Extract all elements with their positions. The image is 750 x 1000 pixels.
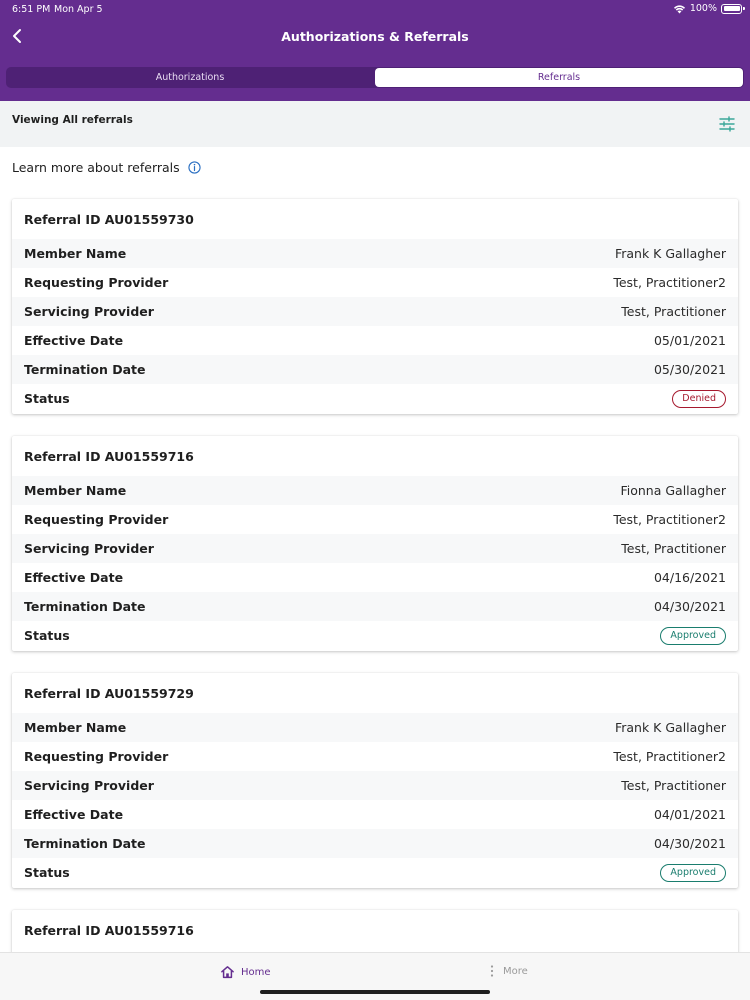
row-label: Effective Date	[24, 333, 124, 348]
home-indicator	[260, 990, 490, 994]
row-status: Status Denied	[12, 384, 738, 413]
wifi-icon	[673, 4, 685, 13]
filter-bar: Viewing All referrals	[0, 101, 750, 147]
row-label: Requesting Provider	[24, 275, 169, 290]
referral-card[interactable]: Referral ID AU01559716 Member Name Fionn…	[12, 436, 738, 651]
screen: 6:51 PM Mon Apr 5 100% Authorizations & …	[0, 0, 750, 1000]
row-requesting-provider: Requesting Provider Test, Practitioner2	[12, 742, 738, 771]
row-member-name: Member Name Fionna Gallagher	[12, 476, 738, 505]
row-value: 04/16/2021	[653, 570, 726, 585]
row-value: Test, Practitioner	[621, 541, 726, 556]
learn-more-label: Learn more about referrals	[12, 160, 180, 175]
row-value: Test, Practitioner	[621, 778, 726, 793]
status-bar: 6:51 PM Mon Apr 5 100%	[0, 0, 750, 20]
row-termination-date: Termination Date 04/30/2021	[12, 829, 738, 858]
tab-bar: Authorizations Referrals	[6, 67, 744, 88]
row-value: Frank K Gallagher	[614, 246, 726, 261]
nav-more-label: More	[503, 965, 528, 977]
referral-card[interactable]: Referral ID AU01559729 Member Name Frank…	[12, 673, 738, 888]
row-label: Requesting Provider	[24, 512, 169, 527]
tab-authorizations[interactable]: Authorizations	[6, 67, 374, 88]
battery-percent: 100%	[689, 3, 717, 14]
row-label: Member Name	[24, 483, 127, 498]
status-badge: Denied	[672, 389, 726, 408]
row-status: Status Approved	[12, 621, 738, 650]
info-icon	[188, 161, 201, 174]
page-title: Authorizations & Referrals	[281, 29, 469, 44]
row-value: 04/01/2021	[653, 807, 726, 822]
row-requesting-provider: Requesting Provider Test, Practitioner2	[12, 505, 738, 534]
row-value: 04/30/2021	[653, 836, 726, 851]
battery-icon	[721, 3, 745, 14]
row-value: Test, Practitioner2	[613, 749, 726, 764]
app-header: 6:51 PM Mon Apr 5 100% Authorizations & …	[0, 0, 750, 101]
row-label: Member Name	[24, 720, 127, 735]
row-label: Servicing Provider	[24, 541, 154, 556]
filter-label: Viewing All referrals	[12, 114, 133, 126]
more-vertical-icon	[490, 965, 494, 977]
status-time: 6:51 PM	[12, 4, 51, 15]
row-value: 04/30/2021	[653, 599, 726, 614]
referral-id: Referral ID AU01559729	[24, 686, 194, 701]
row-label: Termination Date	[24, 599, 146, 614]
status-date: Mon Apr 5	[54, 4, 103, 15]
row-effective-date: Effective Date 04/16/2021	[12, 563, 738, 592]
home-icon	[221, 966, 234, 979]
row-value: 05/01/2021	[653, 333, 726, 348]
row-label: Termination Date	[24, 362, 146, 377]
row-member-name: Member Name Frank K Gallagher	[12, 713, 738, 742]
row-label: Member Name	[24, 246, 127, 261]
row-termination-date: Termination Date 05/30/2021	[12, 355, 738, 384]
row-servicing-provider: Servicing Provider Test, Practitioner	[12, 297, 738, 326]
row-label: Servicing Provider	[24, 304, 154, 319]
referral-card[interactable]: Referral ID AU01559730 Member Name Frank…	[12, 199, 738, 414]
nav-home[interactable]: Home	[220, 965, 271, 979]
row-servicing-provider: Servicing Provider Test, Practitioner	[12, 771, 738, 800]
referral-id: Referral ID AU01559716	[24, 449, 194, 464]
row-termination-date: Termination Date 04/30/2021	[12, 592, 738, 621]
row-value: Fionna Gallagher	[620, 483, 726, 498]
row-label: Status	[24, 865, 70, 880]
referral-id: Referral ID AU01559716	[24, 923, 194, 938]
row-value: Test, Practitioner	[621, 304, 726, 319]
row-value: Frank K Gallagher	[614, 720, 726, 735]
row-servicing-provider: Servicing Provider Test, Practitioner	[12, 534, 738, 563]
row-label: Termination Date	[24, 836, 146, 851]
row-label: Effective Date	[24, 807, 124, 822]
status-badge: Approved	[660, 863, 726, 882]
nav-home-label: Home	[241, 966, 271, 978]
row-effective-date: Effective Date 04/01/2021	[12, 800, 738, 829]
row-member-name: Member Name Frank K Gallagher	[12, 239, 738, 268]
status-right: 100%	[673, 3, 745, 14]
row-value: Test, Practitioner2	[613, 512, 726, 527]
filter-sliders-icon[interactable]	[718, 115, 736, 133]
row-label: Status	[24, 628, 70, 643]
row-requesting-provider: Requesting Provider Test, Practitioner2	[12, 268, 738, 297]
row-label: Effective Date	[24, 570, 124, 585]
nav-more[interactable]: More	[490, 965, 528, 977]
row-value: 05/30/2021	[653, 362, 726, 377]
row-value: Test, Practitioner2	[613, 275, 726, 290]
row-label: Servicing Provider	[24, 778, 154, 793]
learn-more-link[interactable]: Learn more about referrals	[12, 160, 201, 175]
row-label: Status	[24, 391, 70, 406]
tab-referrals[interactable]: Referrals	[375, 68, 743, 87]
row-effective-date: Effective Date 05/01/2021	[12, 326, 738, 355]
status-badge: Approved	[660, 626, 726, 645]
referral-id: Referral ID AU01559730	[24, 212, 194, 227]
row-label: Requesting Provider	[24, 749, 169, 764]
row-status: Status Approved	[12, 858, 738, 887]
